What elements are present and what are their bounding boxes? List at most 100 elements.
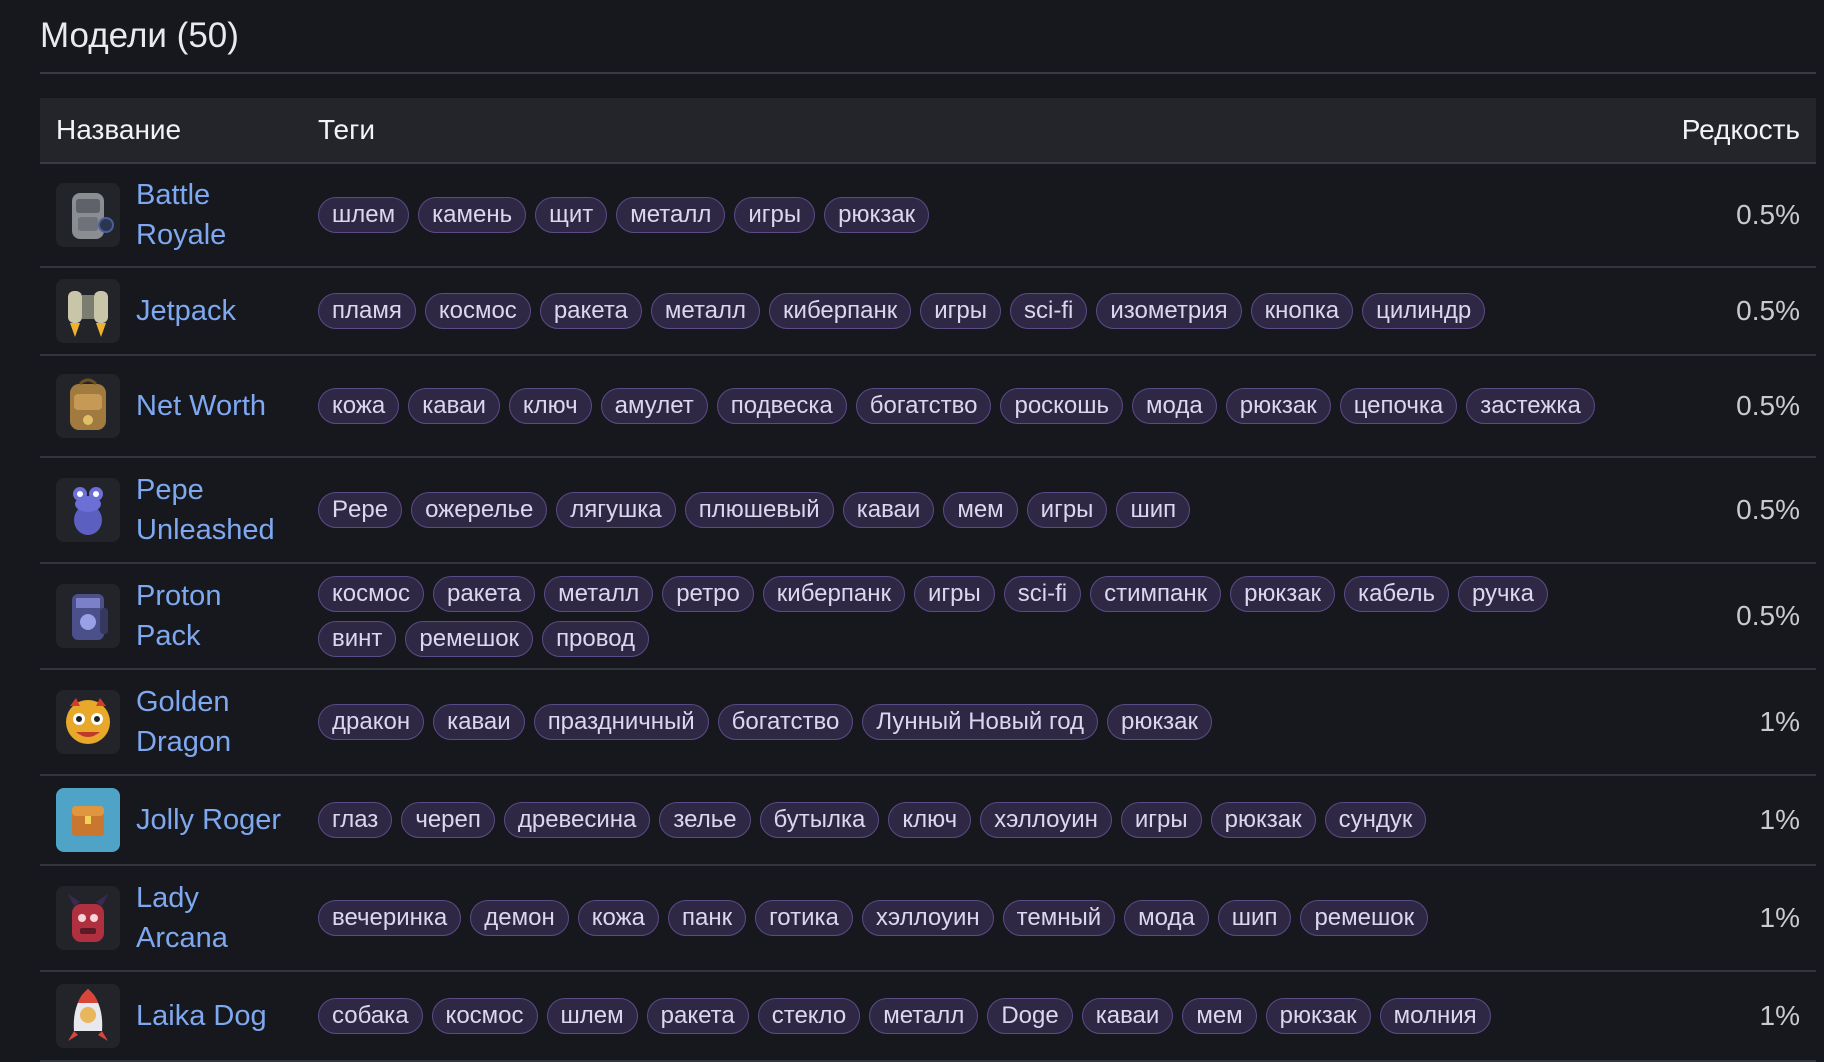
tag-chip[interactable]: ракета bbox=[646, 998, 749, 1034]
tag-chip[interactable]: Лунный Новый год bbox=[862, 704, 1099, 740]
jetpack-icon[interactable] bbox=[56, 279, 120, 343]
tag-chip[interactable]: глаз bbox=[318, 802, 393, 838]
tag-chip[interactable]: хэллоуин bbox=[980, 802, 1112, 838]
column-header-name[interactable]: Название bbox=[40, 98, 302, 164]
tag-chip[interactable]: киберпанк bbox=[769, 293, 912, 329]
table-row[interactable]: Proton Pack космос ракета металл ретро киберп… bbox=[40, 563, 1816, 670]
tag-chip[interactable]: богатство bbox=[717, 704, 854, 740]
tag-chip[interactable]: ракета bbox=[539, 293, 642, 329]
tag-chip[interactable]: каваи bbox=[433, 704, 525, 740]
table-row[interactable]: Battle Royale шлем камень щит металл игры рюкз… bbox=[40, 163, 1816, 268]
tag-chip[interactable]: богатство bbox=[855, 388, 992, 424]
tag-chip[interactable]: металл bbox=[650, 293, 761, 329]
model-name-link[interactable]: Net Worth bbox=[136, 386, 266, 426]
column-header-rarity[interactable]: Редкость bbox=[1616, 98, 1816, 164]
tag-chip[interactable]: игры bbox=[920, 293, 1001, 329]
tag-chip[interactable]: рюкзак bbox=[1230, 575, 1336, 612]
tag-chip[interactable]: молния bbox=[1379, 998, 1491, 1034]
tag-chip[interactable]: рюкзак bbox=[824, 197, 930, 233]
model-name-link[interactable]: Jolly Roger bbox=[136, 800, 281, 840]
tag-chip[interactable]: цилиндр bbox=[1362, 293, 1486, 329]
model-name-link[interactable]: Jetpack bbox=[136, 291, 236, 331]
tag-chip[interactable]: бутылка bbox=[759, 802, 880, 838]
tag-chip[interactable]: пламя bbox=[318, 293, 416, 329]
model-name-link[interactable]: Battle Royale bbox=[136, 175, 286, 255]
tag-chip[interactable]: зелье bbox=[659, 802, 751, 838]
tag-chip[interactable]: изометрия bbox=[1096, 293, 1242, 329]
tag-chip[interactable]: металл bbox=[869, 998, 979, 1034]
model-name-link[interactable]: Laika Dog bbox=[136, 996, 267, 1036]
tag-chip[interactable]: шип bbox=[1116, 492, 1191, 528]
tag-chip[interactable]: роскошь bbox=[1000, 388, 1124, 424]
tag-chip[interactable]: плюшевый bbox=[684, 492, 834, 528]
tag-chip[interactable]: игры bbox=[1026, 492, 1108, 528]
table-row[interactable]: Laika Dog собака космос шлем ракета стекло мет… bbox=[40, 971, 1816, 1062]
tag-chip[interactable]: ремешок bbox=[1300, 900, 1429, 936]
tag-chip[interactable]: демон bbox=[470, 900, 569, 936]
demon-bag-icon[interactable] bbox=[56, 886, 120, 950]
tag-chip[interactable]: древесина bbox=[503, 802, 651, 838]
table-row[interactable]: Pepe Unleashed Pepe ожерелье лягушка плюшевы… bbox=[40, 457, 1816, 564]
tag-chip[interactable]: каваи bbox=[842, 492, 935, 528]
tag-chip[interactable]: дракон bbox=[318, 704, 425, 740]
tag-chip[interactable]: стекло bbox=[757, 998, 861, 1034]
tag-chip[interactable]: ключ bbox=[508, 388, 592, 424]
tag-chip[interactable]: сундук bbox=[1324, 802, 1427, 838]
tag-chip[interactable]: кабель bbox=[1344, 575, 1449, 612]
tag-chip[interactable]: шлем bbox=[318, 197, 410, 233]
tag-chip[interactable]: лягушка bbox=[556, 492, 676, 528]
tag-chip[interactable]: ретро bbox=[662, 575, 754, 612]
model-name-link[interactable]: Golden Dragon bbox=[136, 682, 286, 762]
tag-chip[interactable]: череп bbox=[401, 802, 495, 838]
tag-chip[interactable]: панк bbox=[667, 900, 747, 936]
tag-chip[interactable]: каваи bbox=[408, 388, 500, 424]
rocket-dog-icon[interactable] bbox=[56, 984, 120, 1048]
tag-chip[interactable]: амулет bbox=[600, 388, 708, 424]
model-name-link[interactable]: Lady Arcana bbox=[136, 878, 286, 958]
table-row[interactable]: Net Worth кожа каваи ключ амулет подвеска бога… bbox=[40, 355, 1816, 458]
tag-chip[interactable]: камень bbox=[418, 197, 527, 233]
frog-plush-icon[interactable] bbox=[56, 478, 120, 542]
tag-chip[interactable]: кожа bbox=[318, 388, 400, 424]
tag-chip[interactable]: собака bbox=[318, 998, 423, 1034]
table-row[interactable]: Golden Dragon дракон каваи праздничный богат… bbox=[40, 669, 1816, 776]
tag-chip[interactable]: ручка bbox=[1457, 575, 1548, 612]
tag-chip[interactable]: стимпанк bbox=[1090, 575, 1222, 612]
tag-chip[interactable]: рюкзак bbox=[1107, 704, 1212, 740]
tag-chip[interactable]: праздничный bbox=[533, 704, 709, 740]
tag-chip[interactable]: ключ bbox=[888, 802, 972, 838]
tag-chip[interactable]: космос bbox=[318, 575, 424, 612]
tag-chip[interactable]: цепочка bbox=[1339, 388, 1458, 424]
tag-chip[interactable]: вечеринка bbox=[318, 900, 462, 936]
tag-chip[interactable]: космос bbox=[424, 293, 531, 329]
tag-chip[interactable]: подвеска bbox=[716, 388, 847, 424]
tag-chip[interactable]: рюкзак bbox=[1210, 802, 1316, 838]
tag-chip[interactable]: ожерелье bbox=[411, 492, 548, 528]
tag-chip[interactable]: шип bbox=[1217, 900, 1292, 936]
model-name-link[interactable]: Pepe Unleashed bbox=[136, 470, 286, 550]
tag-chip[interactable]: космос bbox=[431, 998, 538, 1034]
tag-chip[interactable]: мода bbox=[1124, 900, 1209, 936]
table-row[interactable]: Jolly Roger глаз череп древесина зелье бутылк… bbox=[40, 775, 1816, 866]
tag-chip[interactable]: хэллоуин bbox=[861, 900, 994, 936]
tag-chip[interactable]: ремешок bbox=[405, 620, 534, 657]
proton-pack-icon[interactable] bbox=[56, 584, 120, 648]
tag-chip[interactable]: мем bbox=[1182, 998, 1257, 1034]
tag-chip[interactable]: игры bbox=[734, 197, 816, 233]
tag-chip[interactable]: готика bbox=[755, 900, 853, 936]
backpack-icon[interactable] bbox=[56, 183, 120, 247]
tag-chip[interactable]: киберпанк bbox=[762, 575, 905, 612]
tag-chip[interactable]: рюкзак bbox=[1225, 388, 1331, 424]
tag-chip[interactable]: металл bbox=[544, 575, 654, 612]
table-row[interactable]: Jetpack пламя космос ракета металл киберпанк и… bbox=[40, 267, 1816, 356]
tag-chip[interactable]: темный bbox=[1002, 900, 1116, 936]
tag-chip[interactable]: мода bbox=[1132, 388, 1217, 424]
dragon-mask-icon[interactable] bbox=[56, 690, 120, 754]
tag-chip[interactable]: рюкзак bbox=[1265, 998, 1371, 1034]
model-name-link[interactable]: Proton Pack bbox=[136, 576, 286, 656]
treasure-chest-icon[interactable] bbox=[56, 788, 120, 852]
tag-chip[interactable]: sci-fi bbox=[1003, 575, 1082, 612]
tag-chip[interactable]: игры bbox=[1120, 802, 1202, 838]
tag-chip[interactable]: ракета bbox=[432, 575, 536, 612]
tag-chip[interactable]: игры bbox=[913, 575, 995, 612]
